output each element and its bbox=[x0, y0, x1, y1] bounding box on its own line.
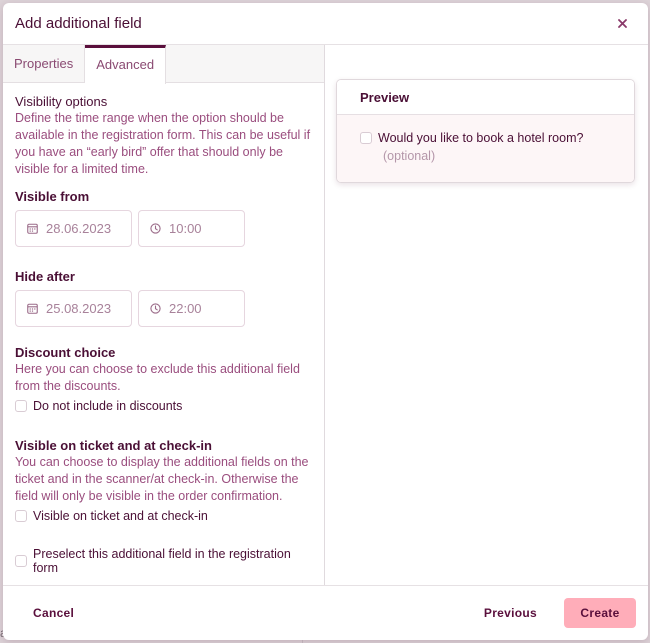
create-button[interactable]: Create bbox=[564, 598, 636, 628]
preselect-checkbox-label: Preselect this additional field in the r… bbox=[33, 547, 291, 575]
preview-checkbox[interactable] bbox=[360, 132, 372, 144]
advanced-content: Visibility options Define the time range… bbox=[3, 83, 324, 575]
preview-title: Preview bbox=[337, 80, 634, 115]
settings-pane: Properties Advanced Visibility options D… bbox=[3, 45, 325, 585]
visible-from-row: 28.06.2023 10:00 bbox=[15, 210, 312, 247]
close-icon bbox=[617, 19, 627, 28]
discount-checkbox-row[interactable]: Do not include in discounts bbox=[15, 399, 312, 413]
preview-body: Would you like to book a hotel room? (op… bbox=[337, 115, 634, 182]
hide-after-time-value: 22:00 bbox=[169, 301, 202, 316]
visible-from-time-value: 10:00 bbox=[169, 221, 202, 236]
hide-after-row: 25.08.2023 22:00 bbox=[15, 290, 312, 327]
visibility-description: Define the time range when the option sh… bbox=[15, 111, 311, 176]
visibility-title: Visibility options bbox=[15, 94, 108, 109]
discount-title: Discount choice bbox=[15, 345, 116, 360]
discount-checkbox-label: Do not include in discounts bbox=[33, 399, 183, 413]
visible-from-date-input[interactable]: 28.06.2023 bbox=[15, 210, 132, 247]
dialog-title: Add additional field bbox=[15, 15, 142, 32]
dialog-body: Properties Advanced Visibility options D… bbox=[3, 45, 648, 585]
visible-from-date-value: 28.06.2023 bbox=[46, 221, 112, 236]
calendar-icon bbox=[27, 303, 38, 314]
dialog-footer: Cancel Previous Create bbox=[3, 585, 648, 640]
close-button[interactable] bbox=[614, 16, 630, 32]
tab-bar: Properties Advanced bbox=[3, 45, 324, 84]
preview-pane: Preview Would you like to book a hotel r… bbox=[325, 45, 648, 585]
preselect-checkbox[interactable] bbox=[15, 555, 27, 567]
preview-question: Would you like to book a hotel room? bbox=[378, 131, 584, 145]
discount-description: Here you can choose to exclude this addi… bbox=[15, 362, 300, 393]
preview-card: Preview Would you like to book a hotel r… bbox=[336, 79, 635, 183]
hide-after-label: Hide after bbox=[15, 269, 75, 284]
visible-from-label: Visible from bbox=[15, 189, 90, 204]
clock-icon bbox=[150, 223, 161, 234]
visible-from-time-input[interactable]: 10:00 bbox=[138, 210, 245, 247]
cancel-button[interactable]: Cancel bbox=[33, 606, 74, 620]
add-field-dialog: Add additional field Properties Advanced… bbox=[3, 3, 648, 640]
tab-properties[interactable]: Properties bbox=[3, 45, 86, 82]
discount-checkbox[interactable] bbox=[15, 400, 27, 412]
preview-question-row[interactable]: Would you like to book a hotel room? bbox=[360, 131, 634, 145]
preselect-checkbox-row[interactable]: Preselect this additional field in the r… bbox=[15, 547, 312, 575]
ticket-checkbox-label: Visible on ticket and at check-in bbox=[33, 509, 208, 523]
calendar-icon bbox=[27, 223, 38, 234]
dialog-header: Add additional field bbox=[3, 3, 648, 45]
hide-after-time-input[interactable]: 22:00 bbox=[138, 290, 245, 327]
hide-after-date-value: 25.08.2023 bbox=[46, 301, 112, 316]
tab-advanced[interactable]: Advanced bbox=[85, 45, 167, 84]
hide-after-date-input[interactable]: 25.08.2023 bbox=[15, 290, 132, 327]
preview-optional-label: (optional) bbox=[383, 149, 436, 163]
previous-button[interactable]: Previous bbox=[484, 606, 537, 620]
ticket-title: Visible on ticket and at check-in bbox=[15, 438, 212, 453]
ticket-checkbox-row[interactable]: Visible on ticket and at check-in bbox=[15, 509, 312, 523]
clock-icon bbox=[150, 303, 161, 314]
ticket-checkbox[interactable] bbox=[15, 510, 27, 522]
ticket-description: You can choose to display the additional… bbox=[15, 455, 309, 503]
